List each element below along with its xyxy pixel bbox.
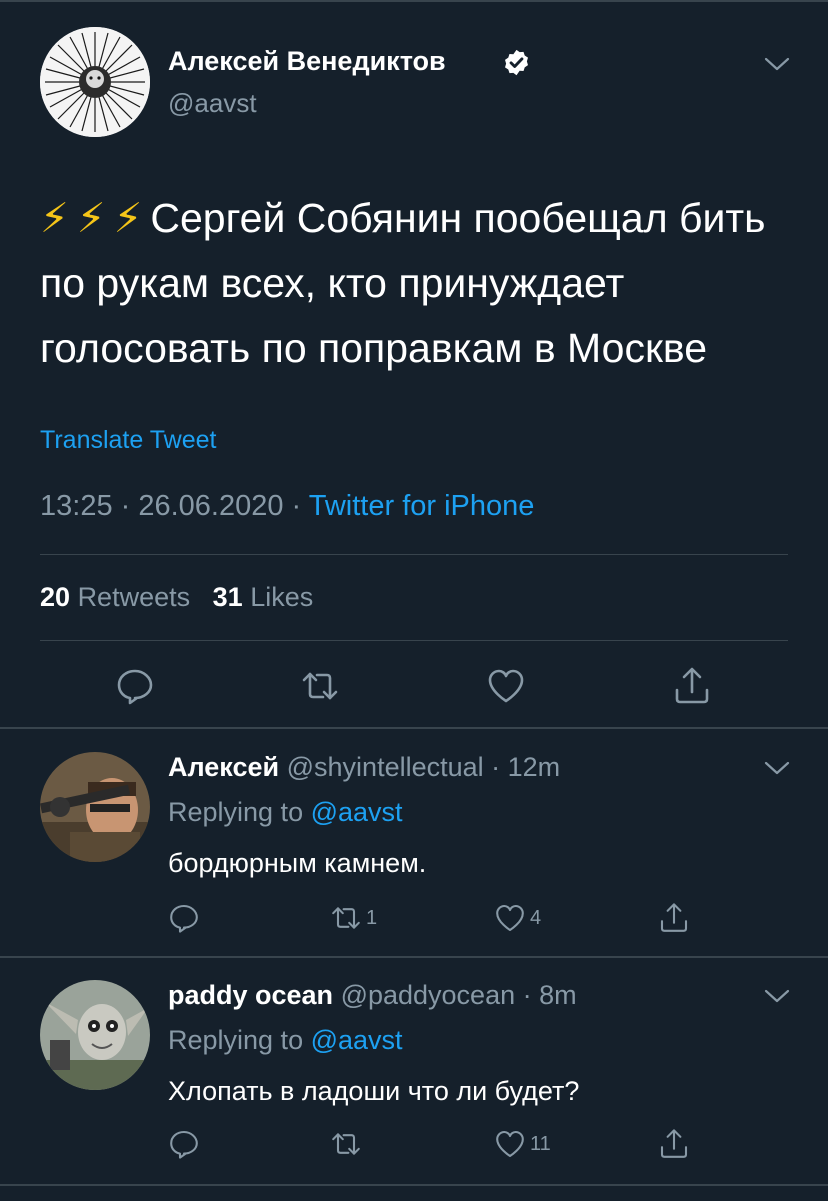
author-handle[interactable]: @aavst	[168, 88, 257, 119]
replying-to-link[interactable]: @aavst	[311, 797, 403, 827]
retweets-count: 20	[40, 582, 71, 612]
divider	[0, 727, 828, 729]
replying-to-link[interactable]: @aavst	[311, 1025, 403, 1055]
like-action[interactable]: 4	[494, 902, 541, 934]
replying-to: Replying to @aavst	[168, 1025, 403, 1056]
reply-icon[interactable]	[168, 902, 200, 934]
retweet-icon[interactable]	[330, 1128, 362, 1160]
share-icon[interactable]	[658, 1128, 690, 1160]
reply-author-handle[interactable]: @shyintellectual · 12m	[287, 752, 561, 782]
reply-action[interactable]	[168, 1128, 204, 1160]
chevron-down-icon[interactable]	[764, 760, 790, 776]
replying-prefix: Replying to	[168, 797, 311, 827]
like-icon[interactable]	[486, 666, 526, 706]
divider	[40, 640, 788, 641]
chevron-down-icon[interactable]	[764, 988, 790, 1004]
like-count: 4	[530, 906, 542, 929]
reply-avatar[interactable]	[40, 752, 150, 862]
share-icon[interactable]	[658, 902, 690, 934]
likes-stat[interactable]: 31 Likes	[213, 582, 314, 612]
reply-icon[interactable]	[115, 666, 155, 706]
reply-avatar[interactable]	[40, 980, 150, 1090]
share-action[interactable]	[658, 1128, 690, 1160]
divider	[0, 1184, 828, 1186]
tweet-stats: 20 Retweets 31 Likes	[40, 582, 313, 613]
lightning-emoji-icon: ⚡	[113, 195, 143, 241]
reply-author-name[interactable]: paddy ocean	[168, 980, 333, 1010]
retweet-count: 1	[366, 906, 378, 929]
likes-count: 31	[212, 582, 243, 612]
like-icon[interactable]	[494, 902, 526, 934]
retweets-label: Retweets	[77, 582, 191, 612]
retweet-icon[interactable]	[300, 666, 340, 706]
reply-icon[interactable]	[168, 1128, 200, 1160]
translate-tweet-link[interactable]: Translate Tweet	[40, 426, 216, 455]
reply-author[interactable]: paddy ocean @paddyocean · 8m	[168, 980, 577, 1011]
retweet-action[interactable]	[330, 1128, 366, 1160]
reply-text: бордюрным камнем.	[168, 848, 427, 878]
like-count: 11	[530, 1132, 551, 1155]
tweet-source-link[interactable]: Twitter for iPhone	[309, 490, 535, 522]
likes-label: Likes	[250, 582, 314, 612]
like-icon[interactable]	[494, 1128, 526, 1160]
chevron-down-icon[interactable]	[764, 56, 790, 72]
tweet-text: ⚡ ⚡ ⚡ Сергей Собянин пообещал бить по рукам…	[40, 186, 800, 381]
reply-author[interactable]: Алексей @shyintellectual · 12m	[168, 752, 560, 783]
reply-author-name[interactable]: Алексей	[168, 752, 279, 782]
reply-text: Хлопать в ладоши что ли будет?	[168, 1076, 580, 1106]
reply-action[interactable]	[168, 902, 204, 934]
tweet-meta: 13:25 · 26.06.2020 · Twitter for iPhone	[40, 490, 534, 523]
divider	[40, 554, 788, 555]
lightning-emoji-icon: ⚡	[76, 195, 106, 241]
reply-author-handle[interactable]: @paddyocean · 8m	[341, 980, 577, 1010]
share-action[interactable]	[658, 902, 690, 934]
retweet-icon[interactable]	[330, 902, 362, 934]
verified-badge-icon	[502, 48, 531, 77]
replying-prefix: Replying to	[168, 1025, 311, 1055]
divider	[0, 956, 828, 958]
retweet-action[interactable]: 1	[330, 902, 377, 934]
author-avatar[interactable]	[40, 27, 150, 137]
share-icon[interactable]	[672, 666, 712, 706]
tweet-body: Сергей Собянин пообещал бить по рукам вс…	[40, 195, 766, 371]
like-action[interactable]: 11	[494, 1128, 551, 1160]
lightning-emoji-icon: ⚡	[40, 195, 69, 241]
tweet-timestamp: 13:25 · 26.06.2020 ·	[40, 490, 309, 522]
author-name[interactable]: Алексей Венедиктов	[168, 46, 446, 77]
retweets-stat[interactable]: 20 Retweets	[40, 582, 190, 612]
replying-to: Replying to @aavst	[168, 797, 403, 828]
top-divider	[0, 0, 828, 2]
